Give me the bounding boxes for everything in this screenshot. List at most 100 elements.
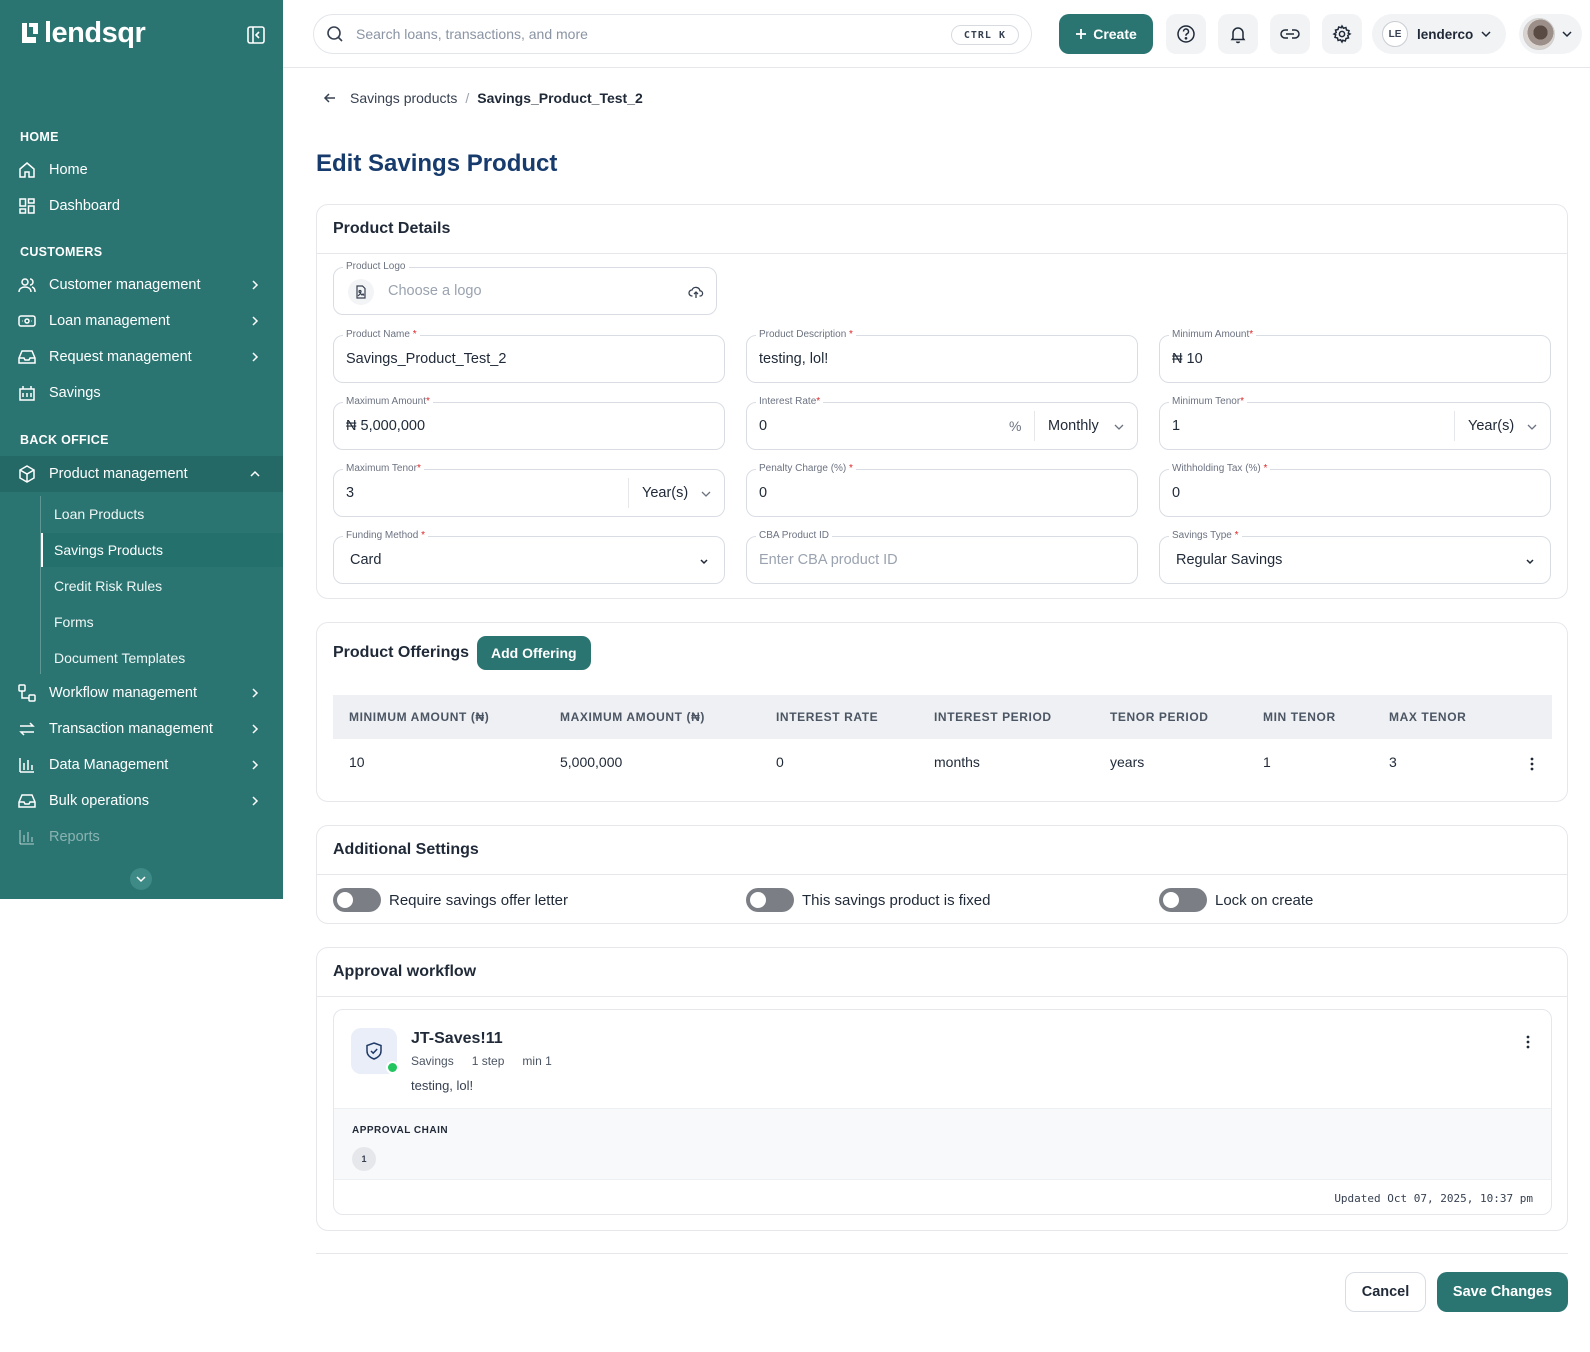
help-button[interactable] — [1166, 14, 1206, 54]
toggle-require-offer-letter[interactable]: Require savings offer letter — [333, 888, 568, 912]
sidebar-subitem-document-templates[interactable]: Document Templates — [41, 641, 283, 675]
toggle-switch[interactable] — [333, 888, 381, 912]
maximum-tenor-unit-select[interactable]: Year(s) — [642, 485, 688, 501]
arrow-left-icon[interactable] — [322, 90, 338, 106]
chevron-right-icon — [252, 688, 259, 698]
profile-menu-button[interactable] — [1519, 14, 1582, 54]
sidebar-item-bulk-operations[interactable]: Bulk operations — [0, 783, 283, 819]
bar-chart-icon — [19, 758, 34, 773]
sidebar-item-transaction-management[interactable]: Transaction management — [0, 711, 283, 747]
search-bar[interactable]: CTRL K — [313, 14, 1032, 54]
sidebar-item-label: Reports — [49, 829, 100, 845]
sidebar-subitem-credit-risk-rules[interactable]: Credit Risk Rules — [41, 569, 283, 603]
sidebar-item-dashboard[interactable]: Dashboard — [0, 188, 283, 224]
sidebar-item-product-management[interactable]: Product management — [0, 456, 283, 492]
cba-product-id-field[interactable]: CBA Product ID Enter CBA product ID — [746, 530, 1138, 584]
toggle-lock-on-create[interactable]: Lock on create — [1159, 888, 1313, 912]
product-offerings-card: Product Offerings Add Offering MINIMUM A… — [316, 622, 1568, 802]
sidebar-item-workflow-management[interactable]: Workflow management — [0, 675, 283, 711]
workflow-updated-timestamp: Updated Oct 07, 2025, 10:37 pm — [1334, 1192, 1533, 1205]
product-description-field[interactable]: Product Description * testing, lol! — [746, 329, 1138, 383]
field-label: Minimum Tenor* — [1169, 396, 1248, 408]
penalty-charge-field[interactable]: Penalty Charge (%) * 0 — [746, 463, 1138, 517]
sidebar-item-customer-management[interactable]: Customer management — [0, 267, 283, 303]
sidebar-item-label: Savings — [49, 385, 101, 401]
product-details-card: Product Details Product Logo Choose a lo… — [316, 204, 1568, 599]
field-divider — [628, 478, 629, 508]
money-icon — [18, 315, 36, 327]
cell-max-tenor: 3 — [1389, 754, 1397, 770]
toggle-switch[interactable] — [746, 888, 794, 912]
toggle-fixed-product[interactable]: This savings product is fixed — [746, 888, 990, 912]
funding-method-select[interactable]: Funding Method * Card — [333, 530, 725, 584]
approval-workflow-card: Approval workflow JT-Saves!11 Savings 1 … — [316, 947, 1568, 1231]
notifications-button[interactable] — [1218, 14, 1258, 54]
offerings-title: Product Offerings — [333, 644, 470, 661]
row-more-options-icon[interactable] — [1524, 756, 1540, 772]
product-name-field[interactable]: Product Name * Savings_Product_Test_2 — [333, 329, 725, 383]
product-description-value: testing, lol! — [759, 351, 829, 367]
sidebar-item-loan-management[interactable]: Loan management — [0, 303, 283, 339]
plus-icon — [1076, 29, 1087, 39]
sidebar-item-home[interactable]: Home — [0, 152, 283, 188]
interest-period-select[interactable]: Monthly — [1048, 418, 1099, 434]
sidebar-subitem-savings-products[interactable]: Savings Products — [41, 533, 283, 567]
minimum-tenor-value: 1 — [1172, 418, 1181, 434]
field-label: Penalty Charge (%) * — [756, 463, 856, 475]
cancel-button[interactable]: Cancel — [1345, 1272, 1426, 1312]
field-label: Interest Rate* — [756, 396, 824, 408]
workflow-steps: 1 step — [471, 1054, 505, 1068]
save-changes-button[interactable]: Save Changes — [1437, 1272, 1568, 1312]
field-label: Product Description * — [756, 329, 856, 341]
maximum-amount-field[interactable]: Maximum Amount* ₦ 5,000,000 — [333, 396, 725, 450]
minimum-tenor-field[interactable]: Minimum Tenor* 1 Year(s) — [1159, 396, 1551, 450]
cell-tenor-period: years — [1110, 754, 1145, 770]
minimum-tenor-unit-select[interactable]: Year(s) — [1468, 418, 1514, 434]
sidebar-item-savings[interactable]: Savings — [0, 375, 283, 411]
sidebar-item-label: Workflow management — [49, 685, 198, 701]
sidebar-item-request-management[interactable]: Request management — [0, 339, 283, 375]
sidebar: lendsqr HOME Home Dashboard CUSTOMERS Cu… — [0, 0, 283, 899]
sidebar-item-label: Customer management — [49, 277, 201, 293]
search-icon — [327, 26, 343, 42]
collapse-sidebar-icon[interactable] — [245, 24, 267, 46]
settings-button[interactable] — [1322, 14, 1362, 54]
users-icon — [18, 278, 36, 293]
sidebar-item-data-management[interactable]: Data Management — [0, 747, 283, 783]
search-input[interactable] — [356, 26, 916, 42]
brand-logo[interactable]: lendsqr — [20, 18, 146, 48]
workflow-item[interactable]: JT-Saves!11 Savings 1 step min 1 testing… — [333, 1009, 1552, 1215]
cell-min-tenor: 1 — [1263, 754, 1271, 770]
breadcrumb-parent-link[interactable]: Savings products — [350, 90, 457, 106]
savings-type-value: Regular Savings — [1176, 552, 1283, 568]
chevron-right-icon — [252, 724, 259, 734]
add-offering-button[interactable]: Add Offering — [477, 636, 591, 670]
field-divider — [1034, 411, 1035, 441]
link-button[interactable] — [1270, 14, 1310, 54]
cell-interest-period: months — [934, 754, 980, 770]
field-divider — [1454, 411, 1455, 441]
withholding-tax-field[interactable]: Withholding Tax (%) * 0 — [1159, 463, 1551, 517]
product-name-value: Savings_Product_Test_2 — [346, 351, 507, 367]
sidebar-scroll-down-button[interactable] — [130, 868, 152, 890]
sidebar-subitem-forms[interactable]: Forms — [41, 605, 283, 639]
user-menu-button[interactable]: LE lenderco — [1372, 14, 1506, 54]
create-button-label: Create — [1093, 26, 1137, 42]
maximum-tenor-field[interactable]: Maximum Tenor* 3 Year(s) — [333, 463, 725, 517]
upload-cloud-icon[interactable] — [688, 284, 704, 300]
page-title: Edit Savings Product — [316, 150, 558, 177]
field-label: CBA Product ID — [756, 530, 833, 542]
sidebar-subitem-loan-products[interactable]: Loan Products — [41, 497, 283, 531]
sidebar-item-reports[interactable]: Reports — [0, 819, 283, 855]
savings-type-select[interactable]: Savings Type * Regular Savings — [1159, 530, 1551, 584]
sidebar-item-label: Home — [49, 162, 88, 178]
product-logo-field[interactable]: Product Logo Choose a logo — [333, 261, 717, 315]
workflow-min: min 1 — [522, 1054, 552, 1068]
toggle-switch[interactable] — [1159, 888, 1207, 912]
footer-divider — [316, 1253, 1568, 1254]
column-header: MIN TENOR — [1263, 710, 1336, 724]
create-button[interactable]: Create — [1059, 14, 1153, 54]
workflow-more-options-icon[interactable] — [1520, 1034, 1536, 1050]
interest-rate-field[interactable]: Interest Rate* 0 % Monthly — [746, 396, 1138, 450]
minimum-amount-field[interactable]: Minimum Amount* ₦ 10 — [1159, 329, 1551, 383]
